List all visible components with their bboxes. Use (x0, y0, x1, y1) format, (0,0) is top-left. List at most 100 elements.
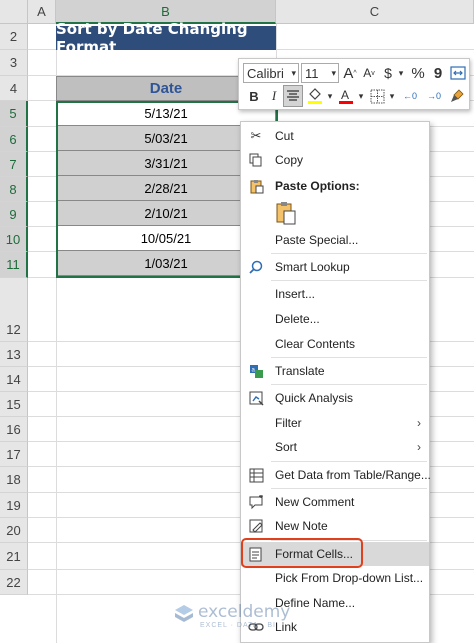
row-header-11[interactable]: 11 (0, 252, 28, 278)
menu-item-filter[interactable]: Filter › (241, 411, 429, 435)
menu-label: Pick From Drop-down List... (275, 571, 424, 585)
row-header-8[interactable]: 8 (0, 177, 28, 202)
menu-label: Quick Analysis (275, 391, 354, 405)
menu-item-paste-special[interactable]: Paste Special... (241, 228, 429, 252)
merge-center-button[interactable] (449, 63, 467, 83)
menu-label: Filter (275, 416, 302, 430)
row-header-6[interactable]: 6 (0, 127, 28, 152)
decrease-font-button[interactable]: Av (360, 63, 378, 83)
table-icon (247, 466, 265, 484)
menu-item-cut[interactable]: ✂ Cut (241, 124, 429, 148)
paste-clipboard-button[interactable] (273, 200, 299, 226)
menu-item-define-name[interactable]: Define Name... (241, 591, 429, 615)
currency-button[interactable]: $ (380, 63, 396, 83)
row-header-4[interactable]: 4 (0, 76, 28, 101)
row-header-18[interactable]: 18 (0, 467, 28, 493)
chevron-down-icon[interactable]: ▾ (396, 63, 406, 83)
format-painter-button[interactable] (447, 86, 467, 106)
menu-separator (271, 253, 427, 254)
menu-item-quick-analysis[interactable]: Quick Analysis (241, 386, 429, 410)
comma-style-button[interactable]: 9 (429, 63, 447, 83)
menu-separator (271, 488, 427, 489)
chevron-right-icon: › (417, 416, 421, 430)
menu-item-delete[interactable]: Delete... (241, 307, 429, 331)
align-center-button[interactable] (283, 85, 303, 107)
chevron-down-icon[interactable]: ▾ (356, 86, 366, 106)
bold-button[interactable]: B (245, 86, 263, 106)
row-header-13[interactable]: 13 (0, 342, 28, 367)
quick-analysis-icon (247, 389, 265, 407)
increase-font-button[interactable]: A ^ (341, 63, 359, 83)
decrease-decimal-button[interactable]: →0 (423, 86, 445, 106)
chevron-down-icon: ▾ (291, 67, 296, 78)
menu-separator (271, 384, 427, 385)
menu-item-translate[interactable]: a Translate (241, 359, 429, 383)
font-name-value: Calibri (247, 65, 284, 81)
row-header-12[interactable]: 12 (0, 278, 28, 342)
search-icon (247, 258, 265, 276)
menu-item-smart-lookup[interactable]: Smart Lookup (241, 255, 429, 279)
font-color-button[interactable]: A (336, 86, 356, 106)
menu-item-format-cells[interactable]: Format Cells... (241, 542, 429, 566)
comment-icon (247, 493, 265, 511)
menu-item-clear-contents[interactable]: Clear Contents (241, 332, 429, 356)
align-center-icon (287, 90, 299, 101)
row-header-14[interactable]: 14 (0, 367, 28, 392)
column-header-c[interactable]: C (276, 0, 474, 24)
menu-item-new-note[interactable]: New Note (241, 514, 429, 538)
copy-icon (247, 151, 265, 169)
row-header-19[interactable]: 19 (0, 493, 28, 518)
menu-label: Paste Options: (275, 179, 360, 193)
font-size-dropdown[interactable]: 11 ▾ (301, 63, 339, 83)
menu-item-pick-list[interactable]: Pick From Drop-down List... (241, 566, 429, 590)
italic-button[interactable]: I (265, 86, 283, 106)
chevron-down-icon: ▾ (331, 67, 336, 78)
font-size-value: 11 (305, 65, 319, 81)
fill-bucket-icon (308, 88, 322, 104)
row-header-9[interactable]: 9 (0, 202, 28, 227)
chevron-right-icon: › (417, 440, 421, 454)
row-header-3[interactable]: 3 (0, 50, 28, 76)
menu-label: New Note (275, 519, 328, 533)
increase-decimal-icon: ←0 (402, 91, 417, 101)
comma-icon: 9 (433, 64, 443, 82)
increase-decimal-button[interactable]: ←0 (399, 86, 421, 106)
menu-item-link[interactable]: Link (241, 615, 429, 639)
currency-icon: $ (384, 65, 392, 81)
row-header-17[interactable]: 17 (0, 442, 28, 467)
menu-item-get-data[interactable]: Get Data from Table/Range... (241, 463, 431, 487)
clipboard-icon (247, 177, 265, 195)
row-header-22[interactable]: 22 (0, 570, 28, 595)
menu-item-new-comment[interactable]: New Comment (241, 490, 429, 514)
grow-font-icon: A (343, 64, 354, 82)
menu-label: Delete... (275, 312, 320, 326)
font-name-dropdown[interactable]: Calibri ▾ (243, 63, 299, 83)
borders-button[interactable] (367, 86, 387, 106)
row-header-5[interactable]: 5 (0, 101, 28, 127)
menu-label: Translate (275, 364, 325, 378)
row-header-20[interactable]: 20 (0, 518, 28, 543)
select-all-corner[interactable] (0, 0, 28, 24)
italic-icon: I (271, 88, 277, 103)
row-header-15[interactable]: 15 (0, 392, 28, 417)
menu-item-copy[interactable]: Copy (241, 148, 429, 172)
mini-toolbar: Calibri ▾ 11 ▾ A ^ Av $ ▾ % 9 B I ▾ A ▾ ▾… (238, 58, 470, 110)
menu-item-insert[interactable]: Insert... (241, 282, 429, 306)
exceldemy-logo-icon (175, 605, 193, 622)
menu-item-sort[interactable]: Sort › (241, 435, 429, 459)
chevron-down-icon[interactable]: ▾ (387, 86, 397, 106)
borders-icon (370, 89, 384, 103)
column-header-a[interactable]: A (28, 0, 56, 24)
fill-color-button[interactable] (305, 86, 325, 106)
row-header-21[interactable]: 21 (0, 543, 28, 570)
format-cells-icon (247, 545, 265, 563)
row-header-10[interactable]: 10 (0, 227, 28, 252)
row-header-7[interactable]: 7 (0, 152, 28, 177)
chevron-down-icon[interactable]: ▾ (325, 86, 335, 106)
bold-icon: B (249, 88, 259, 104)
menu-separator (271, 461, 427, 462)
svg-text:A: A (341, 88, 349, 102)
row-header-16[interactable]: 16 (0, 417, 28, 442)
row-header-2[interactable]: 2 (0, 24, 28, 50)
percent-button[interactable]: % (409, 63, 427, 83)
